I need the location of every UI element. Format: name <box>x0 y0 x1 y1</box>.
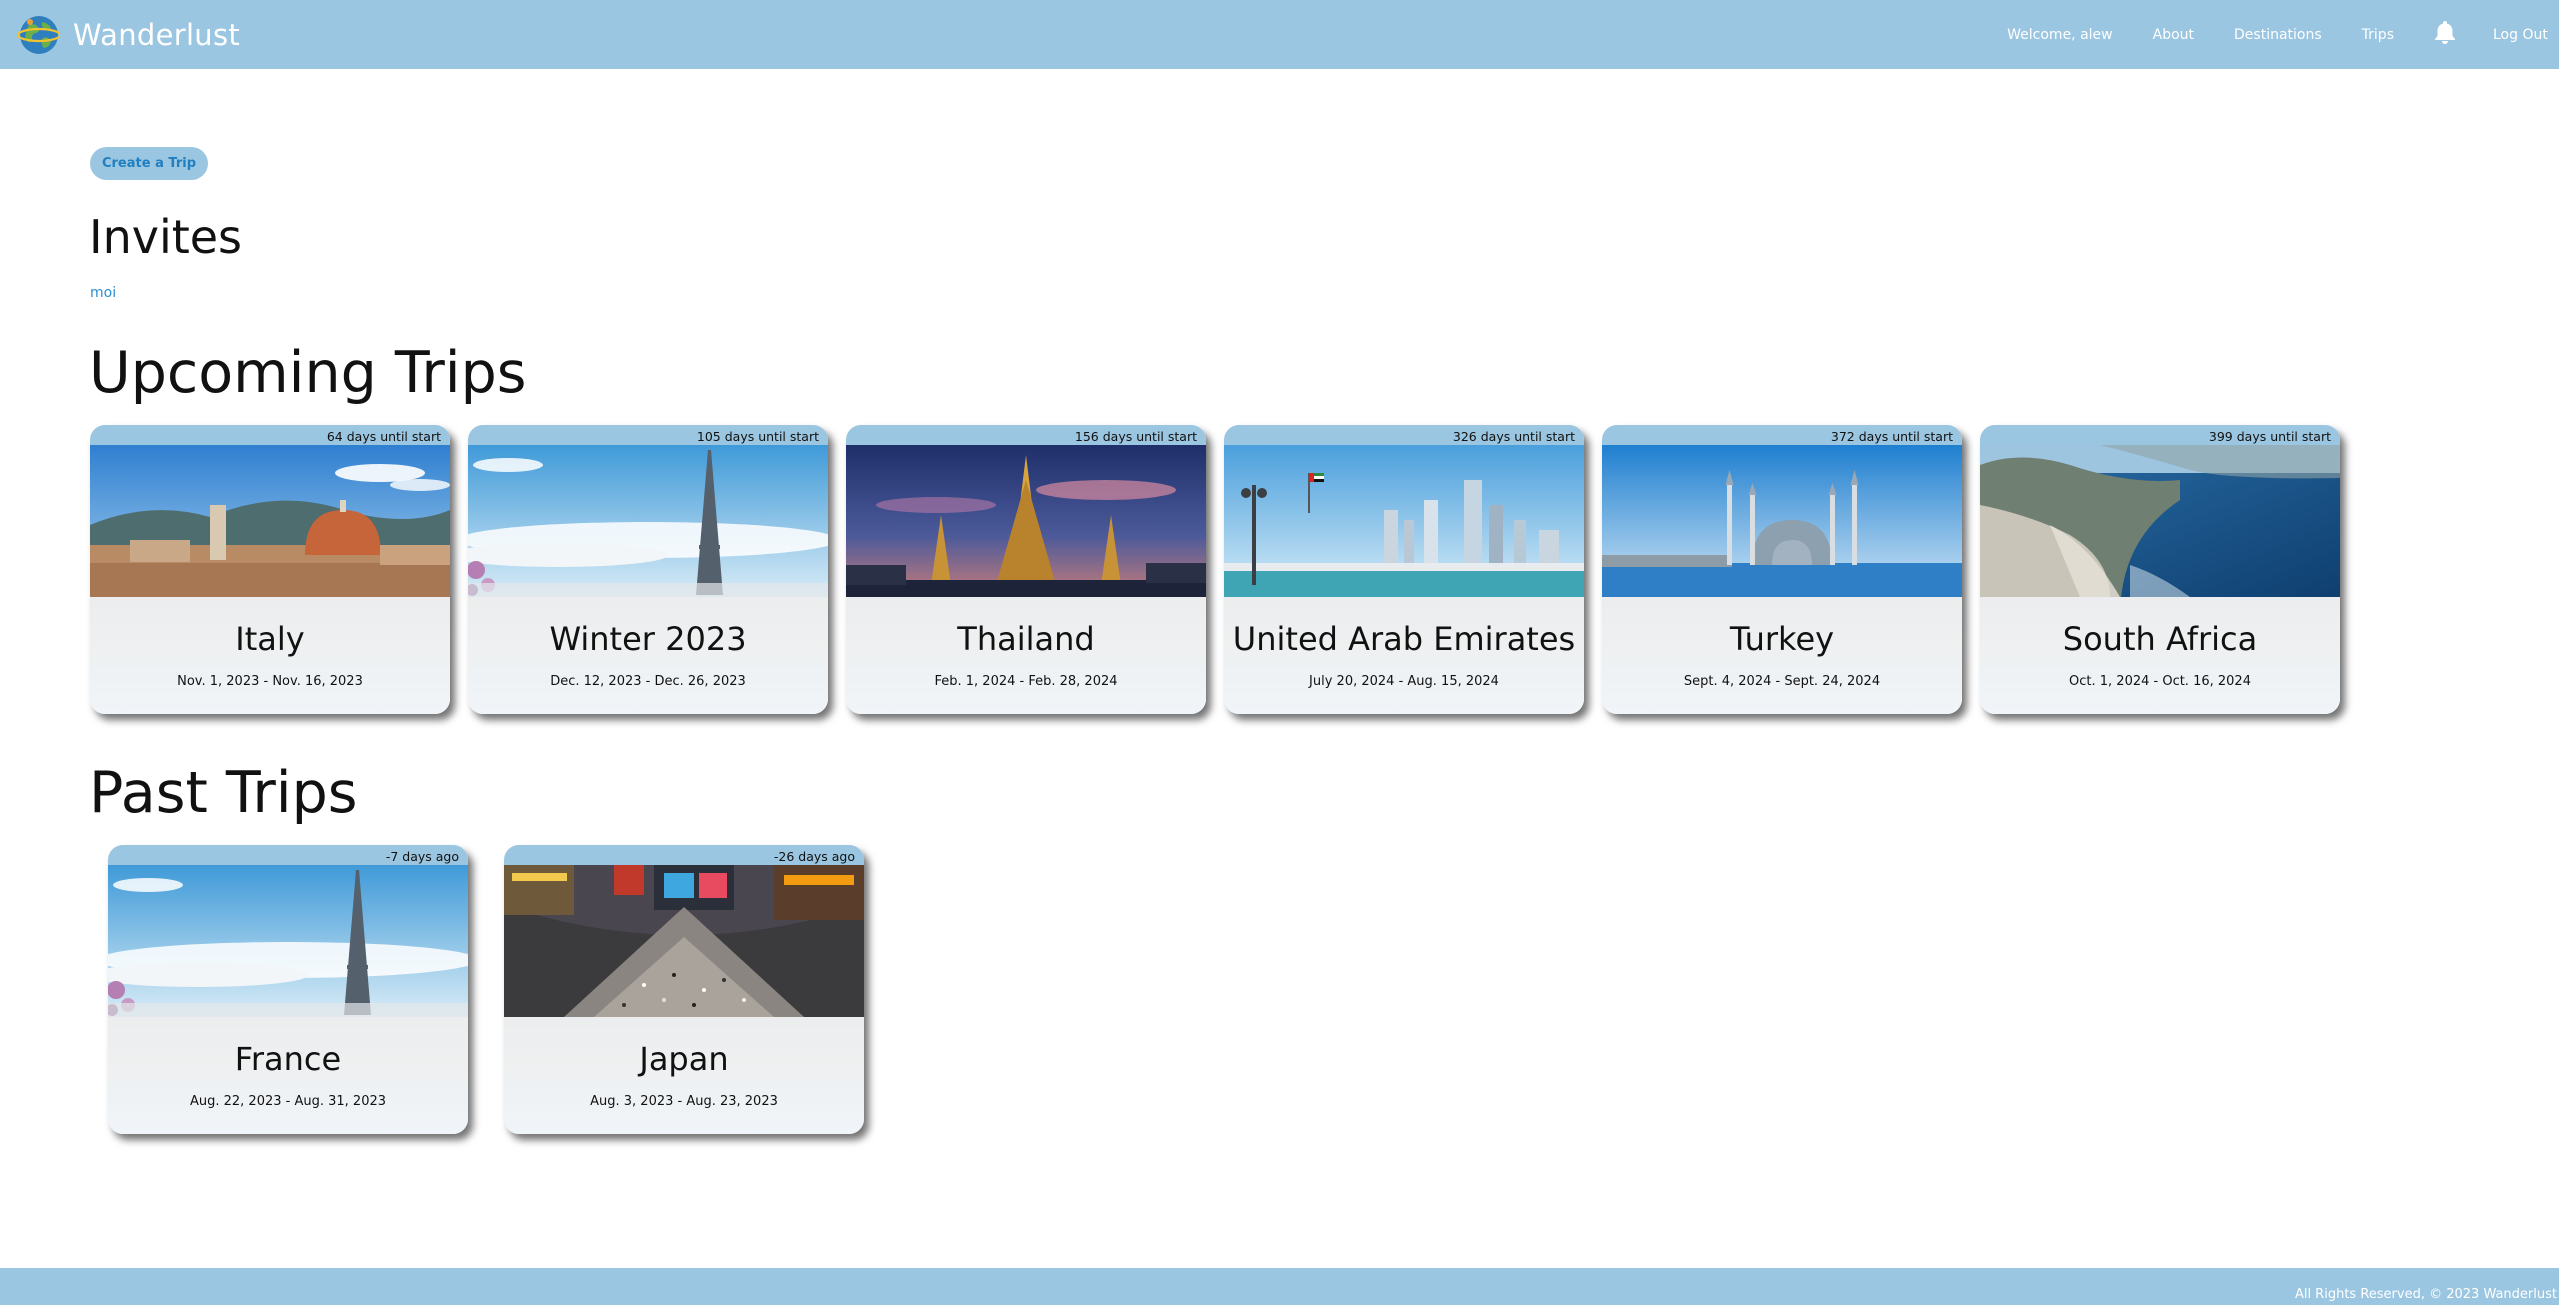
trip-countdown: 64 days until start <box>326 429 441 444</box>
trip-card[interactable]: 156 days until start Thailand Feb. 1, 20… <box>846 425 1206 714</box>
past-trips-list: -7 days ago France Aug. 22, 2023 - Aug. … <box>108 845 864 1134</box>
brand-home-link[interactable]: Wanderlust <box>18 14 240 56</box>
trip-card[interactable]: 372 days until start Turkey Sept. 4, 202… <box>1602 425 1962 714</box>
trip-card[interactable]: 326 days until start United Arab Emirate… <box>1224 425 1584 714</box>
brand-name: Wanderlust <box>73 17 241 52</box>
trip-name: Winter 2023 <box>549 620 747 658</box>
trip-countdown: -7 days ago <box>385 849 459 864</box>
trip-dates: Oct. 1, 2024 - Oct. 16, 2024 <box>2069 674 2251 689</box>
trip-card[interactable]: 64 days until start Italy Nov. 1, 2023 -… <box>90 425 450 714</box>
cape-town-coast-photo <box>1980 445 2340 597</box>
nav-destinations-link[interactable]: Destinations <box>2234 27 2322 43</box>
trip-name: United Arab Emirates <box>1232 620 1576 658</box>
upcoming-trips-list: 64 days until start Italy Nov. 1, 2023 -… <box>90 425 2340 714</box>
trip-dates: Aug. 22, 2023 - Aug. 31, 2023 <box>189 1094 387 1109</box>
nav-links: Welcome, alew About Destinations Trips L… <box>2007 0 2559 69</box>
bell-icon[interactable] <box>2434 20 2456 44</box>
trip-name: France <box>234 1040 342 1078</box>
thailand-temple-photo <box>846 445 1206 597</box>
invite-link[interactable]: moi <box>90 285 116 301</box>
tokyo-shibuya-photo <box>504 865 864 1017</box>
trip-dates: Dec. 12, 2023 - Dec. 26, 2023 <box>550 674 746 689</box>
copyright-text: All Rights Reserved, © 2023 Wanderlust <box>2294 1287 2557 1302</box>
paris-eiffel-photo <box>468 445 828 597</box>
nav-about-link[interactable]: About <box>2153 27 2194 43</box>
trip-countdown: 156 days until start <box>1074 429 1197 444</box>
trip-countdown: 326 days until start <box>1452 429 1575 444</box>
create-trip-button[interactable]: Create a Trip <box>90 147 208 180</box>
trip-card[interactable]: -26 days ago Japan Aug. 3, 2023 - Aug. 2… <box>504 845 864 1134</box>
trip-name: Turkey <box>1729 620 1835 658</box>
paris-eiffel-photo <box>108 865 468 1017</box>
welcome-user-link[interactable]: Welcome, alew <box>2007 27 2112 43</box>
nav-trips-link[interactable]: Trips <box>2362 27 2394 43</box>
trip-dates: Sept. 4, 2024 - Sept. 24, 2024 <box>1683 674 1881 689</box>
footer: All Rights Reserved, © 2023 Wanderlust <box>0 1268 2559 1305</box>
trip-card[interactable]: 105 days until start Winter 2023 Dec. 12… <box>468 425 828 714</box>
trip-dates: Feb. 1, 2024 - Feb. 28, 2024 <box>934 674 1118 689</box>
trip-name: Italy <box>235 620 305 658</box>
invites-heading: Invites <box>89 210 243 264</box>
trip-card[interactable]: 399 days until start South Africa Oct. 1… <box>1980 425 2340 714</box>
trip-countdown: 105 days until start <box>696 429 819 444</box>
trip-countdown: -26 days ago <box>773 849 855 864</box>
italy-florence-photo <box>90 445 450 597</box>
past-trips-heading: Past Trips <box>89 760 358 826</box>
trip-card[interactable]: -7 days ago France Aug. 22, 2023 - Aug. … <box>108 845 468 1134</box>
trip-countdown: 372 days until start <box>1830 429 1953 444</box>
upcoming-trips-heading: Upcoming Trips <box>89 340 527 406</box>
trip-name: Japan <box>639 1040 729 1078</box>
trip-countdown: 399 days until start <box>2208 429 2331 444</box>
trip-name: South Africa <box>2062 620 2258 658</box>
istanbul-mosque-photo <box>1602 445 1962 597</box>
trip-dates: Aug. 3, 2023 - Aug. 23, 2023 <box>590 1094 778 1109</box>
logout-link[interactable]: Log Out <box>2493 27 2559 43</box>
trip-dates: Nov. 1, 2023 - Nov. 16, 2023 <box>177 674 363 689</box>
abu-dhabi-skyline-photo <box>1224 445 1584 597</box>
trip-name: Thailand <box>957 620 1095 658</box>
navbar: Wanderlust Welcome, alew About Destinati… <box>0 0 2559 69</box>
trip-dates: July 20, 2024 - Aug. 15, 2024 <box>1309 674 1499 689</box>
globe-logo-icon <box>18 15 60 54</box>
